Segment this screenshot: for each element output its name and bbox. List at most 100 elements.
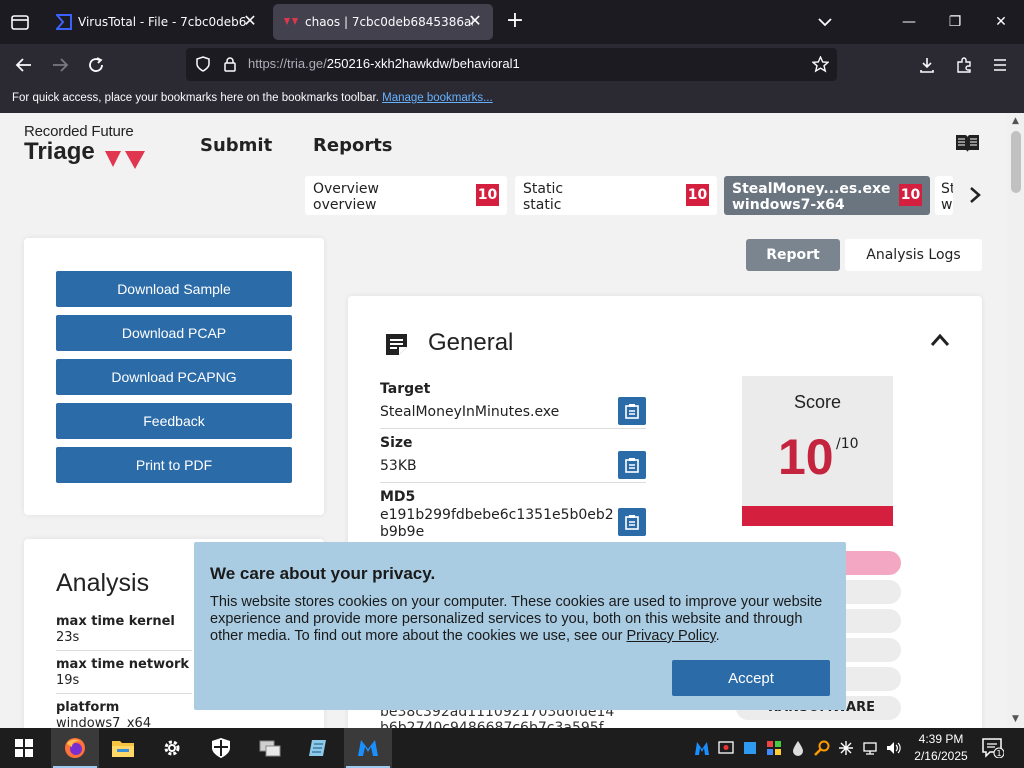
windows-security-icon[interactable] xyxy=(197,728,245,768)
nav-submit[interactable]: Submit xyxy=(200,135,272,156)
analysis-label: platform xyxy=(56,700,120,715)
notepad-app-icon[interactable] xyxy=(295,728,343,768)
triage-favicon-icon xyxy=(284,18,298,25)
subtab-subtitle: w xyxy=(941,197,953,213)
malwarebytes-tray-icon[interactable] xyxy=(694,740,710,756)
download-pcapng-button[interactable]: Download PCAPNG xyxy=(56,359,292,395)
page-scrollbar[interactable]: ▲ ▼ xyxy=(1007,113,1024,728)
analysis-value: 23s xyxy=(56,630,80,645)
divider xyxy=(56,693,192,694)
search-tray-icon[interactable] xyxy=(814,740,830,756)
subtab-next-partial[interactable]: St w xyxy=(935,176,953,215)
downloads-icon[interactable] xyxy=(914,52,940,78)
puzzle-tray-icon[interactable] xyxy=(766,740,782,756)
network-tray-icon[interactable] xyxy=(862,740,878,756)
malwarebytes-taskbar-icon[interactable] xyxy=(344,728,392,768)
minimize-icon[interactable]: — xyxy=(897,10,921,34)
reload-icon[interactable] xyxy=(83,52,109,78)
clipboard-icon xyxy=(625,404,639,419)
report-tab-button[interactable]: Report xyxy=(746,239,840,271)
scroll-thumb[interactable] xyxy=(1011,131,1021,193)
notification-center-icon[interactable]: 1 xyxy=(982,738,1005,762)
cookie-body: This website stores cookies on your comp… xyxy=(210,594,823,644)
actions-panel: Download Sample Download PCAP Download P… xyxy=(24,238,324,515)
size-value: 53KB xyxy=(380,458,417,474)
browser-tab-virustotal[interactable]: VirusTotal - File - 7cbc0deb6845 ✕ xyxy=(46,4,268,40)
copy-size-button[interactable] xyxy=(618,451,646,479)
field-label: Target xyxy=(380,381,431,397)
subtab-title: St xyxy=(941,181,953,197)
nav-reports[interactable]: Reports xyxy=(313,135,393,156)
accept-cookies-button[interactable]: Accept xyxy=(672,660,830,696)
close-window-icon[interactable]: ✕ xyxy=(989,10,1013,34)
download-sample-button[interactable]: Download Sample xyxy=(56,271,292,307)
shield-icon[interactable] xyxy=(195,56,211,72)
copy-target-button[interactable] xyxy=(618,397,646,425)
back-icon[interactable] xyxy=(11,52,37,78)
scroll-up-icon[interactable]: ▲ xyxy=(1010,116,1021,127)
file-explorer-icon[interactable] xyxy=(99,728,147,768)
divider xyxy=(380,428,646,429)
analysis-label: max time network xyxy=(56,657,190,672)
general-title: General xyxy=(428,329,514,356)
virustotal-favicon-icon xyxy=(56,14,72,30)
book-icon[interactable] xyxy=(955,133,980,157)
summary-icon xyxy=(384,332,409,361)
display-tray-icon[interactable] xyxy=(742,740,758,756)
droplet-tray-icon[interactable] xyxy=(790,740,806,756)
windows-taskbar: 4:39 PM 2/16/2025 1 xyxy=(0,728,1024,768)
restore-icon[interactable]: ❐ xyxy=(943,10,967,34)
score-label: Score xyxy=(793,392,842,412)
md5-value-line2: b9b9e xyxy=(380,524,425,540)
url-bar[interactable]: https://tria.ge/250216-xkh2hawkdw/behavi… xyxy=(186,48,837,81)
forward-icon[interactable] xyxy=(47,52,73,78)
subtab-static[interactable]: Static static 10 xyxy=(515,176,717,215)
subtab-subtitle: static xyxy=(523,197,562,213)
chevron-down-icon[interactable] xyxy=(815,12,835,32)
feedback-button[interactable]: Feedback xyxy=(56,403,292,439)
screen-record-tray-icon[interactable] xyxy=(718,740,734,756)
settings-gear-icon[interactable] xyxy=(148,728,196,768)
hamburger-menu-icon[interactable] xyxy=(987,52,1013,78)
chevron-up-icon[interactable] xyxy=(930,332,950,351)
extensions-icon[interactable] xyxy=(951,52,977,78)
score-bar xyxy=(742,506,893,526)
download-pcap-button[interactable]: Download PCAP xyxy=(56,315,292,351)
bookmarks-hint: For quick access, place your bookmarks h… xyxy=(12,92,379,104)
divider xyxy=(380,482,646,483)
subtab-behavioral[interactable]: StealMoney...es.exe windows7-x64 10 xyxy=(724,176,930,215)
close-tab-icon[interactable]: ✕ xyxy=(467,13,483,29)
target-value: StealMoneyInMinutes.exe xyxy=(380,404,560,420)
manage-bookmarks-link[interactable]: Manage bookmarks... xyxy=(382,92,493,104)
volume-icon[interactable] xyxy=(886,740,902,756)
tab-list-icon[interactable] xyxy=(8,10,32,34)
asterisk-tray-icon[interactable] xyxy=(838,740,854,756)
clock-date: 2/16/2025 xyxy=(914,749,968,763)
browser-tab-triage[interactable]: chaos | 7cbc0deb6845386ab4d7 ✕ xyxy=(273,4,493,40)
bookmark-star-icon[interactable] xyxy=(812,56,829,73)
triage-logo-mark-icon xyxy=(105,151,145,169)
new-tab-icon[interactable]: + xyxy=(503,10,527,34)
scroll-down-icon[interactable]: ▼ xyxy=(1010,714,1021,725)
score-badge: 10 xyxy=(476,184,499,206)
clipboard-icon xyxy=(625,458,639,473)
close-tab-icon[interactable]: ✕ xyxy=(242,13,258,29)
chevron-right-icon[interactable] xyxy=(968,185,982,210)
subtab-overview[interactable]: Overview overview 10 xyxy=(305,176,507,215)
subtab-subtitle: windows7-x64 xyxy=(732,197,845,213)
analysis-label: max time kernel xyxy=(56,614,175,629)
lock-icon[interactable] xyxy=(222,56,238,72)
windows-start-icon[interactable] xyxy=(0,728,48,768)
notification-count: 1 xyxy=(996,749,1001,758)
system-clock[interactable]: 4:39 PM 2/16/2025 xyxy=(906,731,976,765)
print-to-pdf-button[interactable]: Print to PDF xyxy=(56,447,292,483)
browser-nav-bar: https://tria.ge/250216-xkh2hawkdw/behavi… xyxy=(0,44,1024,85)
analysis-logs-tab-button[interactable]: Analysis Logs xyxy=(845,239,982,271)
triage-logo[interactable]: Recorded Future Triage xyxy=(24,123,164,173)
firefox-taskbar-icon[interactable] xyxy=(51,728,99,768)
copy-md5-button[interactable] xyxy=(618,508,646,536)
privacy-policy-link[interactable]: Privacy Policy xyxy=(626,628,715,644)
analysis-title: Analysis xyxy=(56,569,150,597)
network-app-icon[interactable] xyxy=(246,728,294,768)
bookmarks-toolbar: For quick access, place your bookmarks h… xyxy=(0,85,1024,113)
